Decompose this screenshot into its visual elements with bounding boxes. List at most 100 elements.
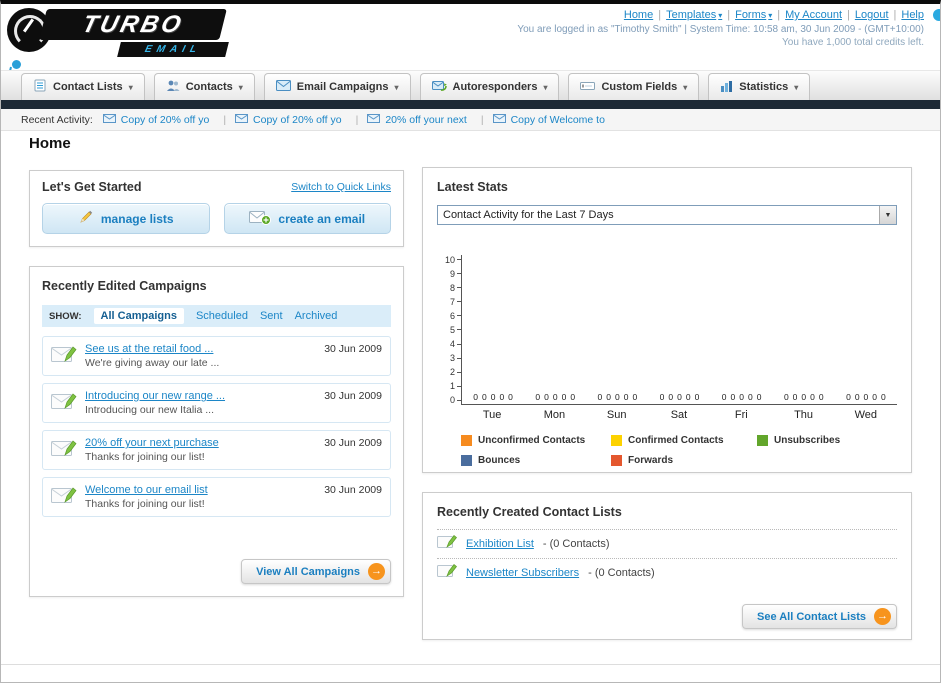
recent-activity-item[interactable]: Copy of 20% off yo <box>102 113 235 126</box>
contact-list-name-link[interactable]: Exhibition List <box>466 538 534 550</box>
switch-quick-links-link[interactable]: Switch to Quick Links <box>291 181 391 193</box>
arrow-circle-icon: → <box>874 608 891 625</box>
campaign-row[interactable]: Welcome to our email list Thanks for joi… <box>42 477 391 517</box>
envelope-pencil-icon <box>51 485 77 510</box>
nav-home-link[interactable]: Home <box>624 9 653 21</box>
create-email-button[interactable]: create an email <box>223 203 391 234</box>
recent-activity-item[interactable]: Copy of Welcome to <box>492 113 605 126</box>
campaign-title-link[interactable]: 20% off your next purchase <box>85 437 316 449</box>
recent-activity-item-label: Copy of Welcome to <box>510 113 605 126</box>
pencil-card-icon <box>437 563 457 584</box>
stats-period-select[interactable]: Contact Activity for the Last 7 Days ▼ <box>437 205 897 225</box>
tab-label: Autoresponders <box>452 81 538 93</box>
nav-forms-link[interactable]: Forms ▾ <box>735 9 772 21</box>
arrow-circle-icon: → <box>368 563 385 580</box>
login-info: You are logged in as "Timothy Smith" | S… <box>517 24 924 35</box>
contact-list-item[interactable]: Newsletter Subscribers - (0 Contacts) <box>437 558 897 587</box>
chart-value-groups: 00000000000000000000000000000000000 <box>473 392 886 402</box>
tab-label: Email Campaigns <box>296 81 389 93</box>
chevron-down-icon: ▾ <box>683 82 688 92</box>
logo-subtitle: EMAIL <box>143 44 203 55</box>
envelope-pencil-icon <box>51 344 77 369</box>
campaign-title-link[interactable]: Introducing our new range ... <box>85 390 316 402</box>
recent-activity-item[interactable]: 20% off your next <box>367 113 492 126</box>
campaign-text: Welcome to our email list Thanks for joi… <box>85 484 316 510</box>
contact-list-item[interactable]: Exhibition List - (0 Contacts) <box>437 529 897 558</box>
campaign-text: See us at the retail food ... We're givi… <box>85 343 316 369</box>
select-dropdown-arrow: ▼ <box>879 206 896 224</box>
legend-label: Forwards <box>628 455 674 466</box>
campaign-subtitle: Thanks for joining our list! <box>85 451 205 463</box>
nav-templates-link[interactable]: Templates ▾ <box>666 9 722 21</box>
legend-item: Forwards <box>611 455 757 466</box>
top-header: TURBO EMAIL Home | Templates ▾ | Forms ▾ | My Ac… <box>1 4 940 108</box>
campaign-row[interactable]: See us at the retail food ... We're givi… <box>42 336 391 376</box>
nav-my-account-link[interactable]: My Account <box>785 9 842 21</box>
recent-activity-item[interactable]: Copy of 20% off yo <box>235 113 367 126</box>
contact-list-name-link[interactable]: Newsletter Subscribers <box>466 567 579 579</box>
campaign-date: 30 Jun 2009 <box>324 343 382 355</box>
chart-y-axis: 10 9 8 7 6 5 4 3 2 1 0 <box>437 255 461 406</box>
envelope-icon <box>102 113 116 126</box>
chevron-down-icon: ▾ <box>543 82 548 92</box>
tab-custom-fields[interactable]: Custom Fields ▾ <box>568 73 700 100</box>
tab-contact-lists[interactable]: Contact Lists ▾ <box>21 73 145 100</box>
contact-lists-icon <box>33 79 47 95</box>
nav-logout-link[interactable]: Logout <box>855 9 889 21</box>
tab-email-campaigns[interactable]: Email Campaigns ▾ <box>263 73 411 100</box>
envelope-plus-icon <box>249 209 272 228</box>
pencil-icon <box>78 209 94 228</box>
legend-item: Unsubscribes <box>757 435 897 446</box>
tab-contacts[interactable]: Contacts ▾ <box>153 73 255 100</box>
nav-divider-bar <box>1 100 940 109</box>
manage-lists-button[interactable]: manage lists <box>42 203 210 234</box>
filter-all-campaigns[interactable]: All Campaigns <box>93 308 184 324</box>
nav-separator: | <box>727 9 731 21</box>
envelope-pencil-icon <box>51 391 77 416</box>
campaign-date: 30 Jun 2009 <box>324 484 382 496</box>
legend-swatch <box>611 455 622 466</box>
decorative-dot <box>933 9 940 21</box>
logo-antenna-dot <box>12 60 21 69</box>
campaign-text: Introducing our new range ... Introducin… <box>85 390 316 416</box>
campaign-title-link[interactable]: Welcome to our email list <box>85 484 316 496</box>
legend-swatch <box>757 435 768 446</box>
see-all-contact-lists-button[interactable]: See All Contact Lists → <box>741 604 897 629</box>
legend-item: Unconfirmed Contacts <box>461 435 611 446</box>
see-all-contact-lists-label: See All Contact Lists <box>756 610 866 623</box>
contact-list-items: Exhibition List - (0 Contacts) Newslette… <box>437 529 897 587</box>
recent-activity-item-label: Copy of 20% off yo <box>120 113 210 126</box>
nav-help-link[interactable]: Help <box>901 9 924 21</box>
legend-label: Unconfirmed Contacts <box>478 435 586 446</box>
view-all-campaigns-button[interactable]: View All Campaigns → <box>241 559 391 584</box>
filter-archived[interactable]: Archived <box>295 310 338 322</box>
main-nav-tabs: Contact Lists ▾ Contacts ▾ Email Campaig… <box>1 70 940 100</box>
nav-separator: | <box>847 9 850 21</box>
pencil-card-icon <box>437 534 457 555</box>
legend-swatch <box>461 455 472 466</box>
chevron-down-icon: ▾ <box>768 11 773 20</box>
legend-label: Unsubscribes <box>774 435 841 446</box>
envelope-icon <box>235 113 249 126</box>
logo-title: TURBO <box>79 10 187 38</box>
recent-activity-items: Copy of 20% off yo Copy of 20% off yo 20… <box>102 113 605 126</box>
nav-separator: | <box>893 9 897 21</box>
filter-sent[interactable]: Sent <box>260 310 283 322</box>
campaign-date: 30 Jun 2009 <box>324 437 382 449</box>
campaign-row[interactable]: Introducing our new range ... Introducin… <box>42 383 391 423</box>
tab-autoresponders[interactable]: Autoresponders ▾ <box>419 73 560 100</box>
app-window: TURBO EMAIL Home | Templates ▾ | Forms ▾ | My Ac… <box>0 0 941 683</box>
statistics-icon <box>720 80 733 95</box>
campaign-row[interactable]: 20% off your next purchase Thanks for jo… <box>42 430 391 470</box>
campaigns-panel-title: Recently Edited Campaigns <box>42 279 207 293</box>
campaign-filter-bar: SHOW: All Campaigns Scheduled Sent Archi… <box>42 305 391 327</box>
campaign-subtitle: Thanks for joining our list! <box>85 498 205 510</box>
campaign-title-link[interactable]: See us at the retail food ... <box>85 343 316 355</box>
campaign-subtitle: We're giving away our late ... <box>85 357 220 369</box>
create-email-label: create an email <box>278 211 366 226</box>
filter-scheduled[interactable]: Scheduled <box>196 310 248 322</box>
top-nav: Home | Templates ▾ | Forms ▾ | My Account | Logout… <box>517 9 924 21</box>
campaign-subtitle: Introducing our new Italia ... <box>85 404 214 416</box>
campaign-rows: See us at the retail food ... We're givi… <box>42 336 391 517</box>
tab-statistics[interactable]: Statistics ▾ <box>708 73 811 100</box>
